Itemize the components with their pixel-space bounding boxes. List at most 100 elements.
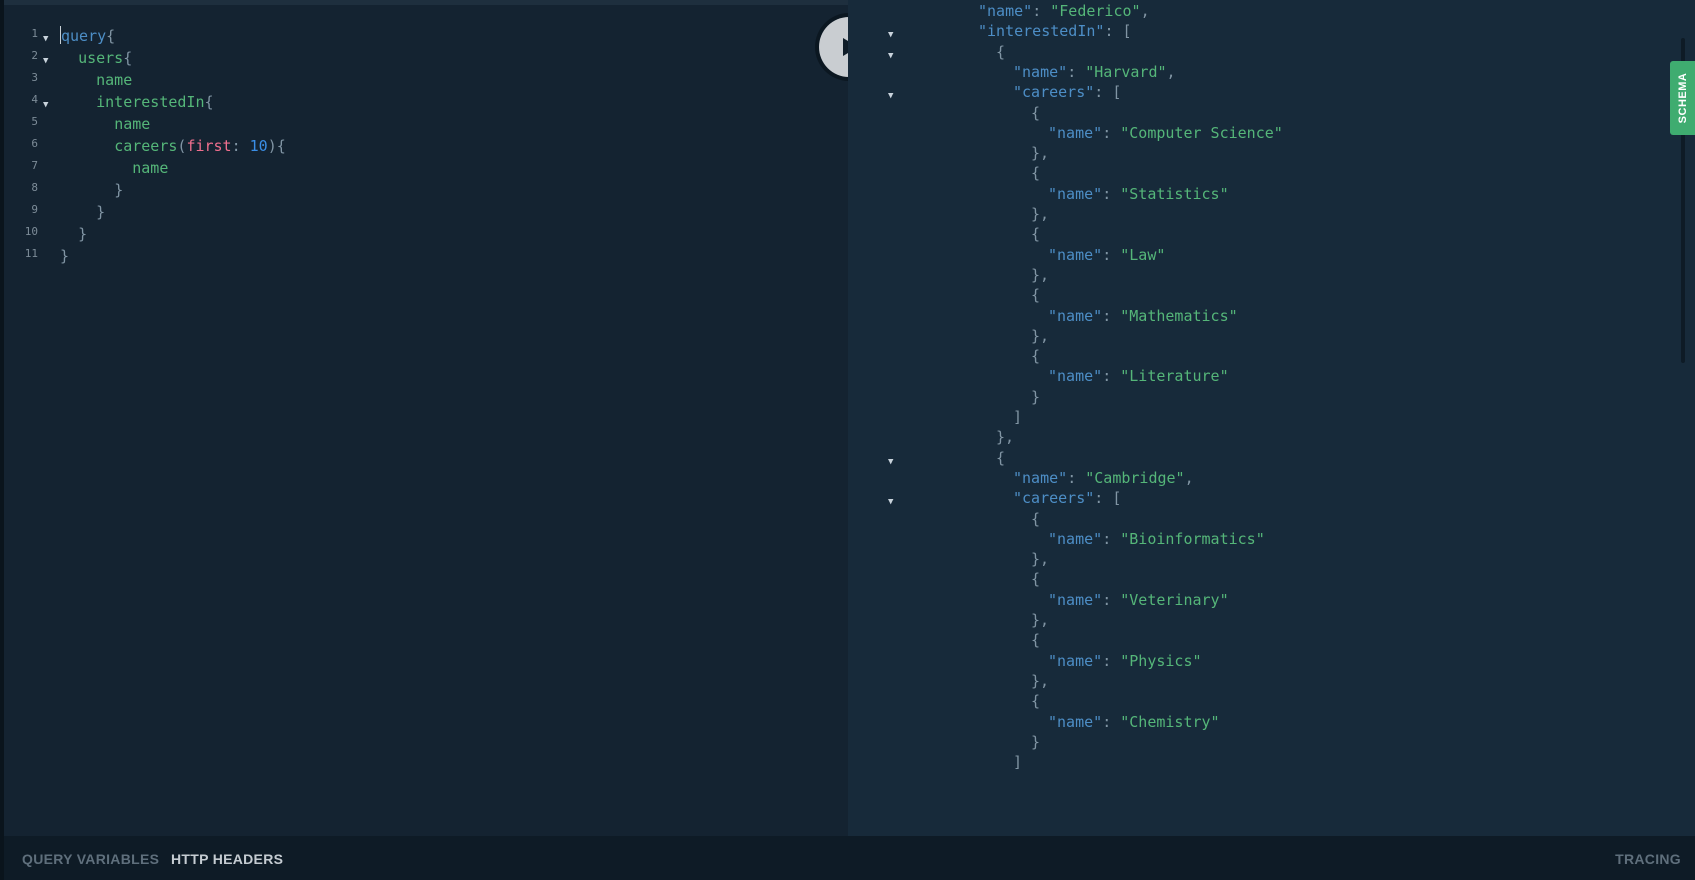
query-editor[interactable]: 1 ▼ query{2 ▼ users{3 name 4 ▼ interestedIn{5… — [4, 0, 848, 836]
json-token: }, — [1031, 327, 1050, 345]
json-token: { — [1031, 225, 1041, 243]
json-token: { — [1031, 347, 1041, 365]
code-line[interactable]: 9 } — [4, 201, 848, 223]
code-token: } — [60, 247, 70, 265]
code-line[interactable]: 8 } — [4, 179, 848, 201]
code-text: name — [60, 113, 150, 135]
json-token: : — [1102, 652, 1121, 670]
code-line[interactable]: 3 name — [4, 69, 848, 91]
json-token: : — [1102, 367, 1121, 385]
result-text: "name": "Cambridge", — [1013, 467, 1194, 489]
code-text: careers(first: 10){ — [60, 135, 286, 157]
json-token: "name" — [1048, 591, 1103, 609]
json-token: { — [1031, 570, 1041, 588]
result-text: }, — [1031, 142, 1049, 164]
json-token: : — [1102, 124, 1121, 142]
tracing-tab[interactable]: TRACING — [1615, 851, 1681, 867]
result-text: { — [1031, 690, 1040, 712]
json-token: { — [996, 43, 1006, 61]
json-token: "Federico" — [1050, 2, 1141, 20]
result-line: ▼ "careers": [ — [848, 81, 1668, 103]
result-line: ] — [848, 406, 1668, 428]
editor-top-border — [4, 0, 848, 5]
result-line: ▼{ — [848, 41, 1668, 63]
code-token: } — [114, 181, 124, 199]
result-line: "name": "Law" — [848, 244, 1668, 266]
json-token: }, — [1031, 672, 1050, 690]
result-text: "name": "Statistics" — [1048, 183, 1229, 205]
json-token: "Cambridge" — [1085, 469, 1185, 487]
code-text: } — [60, 179, 123, 201]
line-number: 11 — [24, 247, 38, 260]
result-line: }, — [848, 203, 1668, 225]
result-text: { — [1031, 102, 1040, 124]
json-token: "name" — [1048, 185, 1103, 203]
code-text: interestedIn{ — [60, 91, 213, 113]
result-text: "name": "Computer Science" — [1048, 122, 1283, 144]
code-token: careers — [114, 137, 178, 155]
code-line[interactable]: 5 name — [4, 113, 848, 135]
schema-tab[interactable]: SCHEMA — [1670, 61, 1695, 135]
result-line: ▼{ — [848, 447, 1668, 469]
code-line[interactable]: 11} — [4, 245, 848, 267]
json-token: "Statistics" — [1120, 185, 1229, 203]
query-variables-tab[interactable]: QUERY VARIABLES — [22, 851, 159, 867]
json-token: }, — [1031, 266, 1050, 284]
json-token: } — [1031, 733, 1041, 751]
result-text: { — [1031, 345, 1040, 367]
code-line[interactable]: 1 ▼ query{ — [4, 25, 848, 47]
json-token: } — [1031, 388, 1041, 406]
result-line: "name": "Chemistry" — [848, 711, 1668, 733]
code-line[interactable]: 6 careers(first: 10){ — [4, 135, 848, 157]
json-token: }, — [1031, 205, 1050, 223]
line-number: 7 — [31, 159, 38, 172]
line-number: 3 — [31, 71, 38, 84]
code-text: } — [60, 245, 69, 267]
json-token: "name" — [1048, 367, 1103, 385]
json-token: : — [1102, 246, 1121, 264]
result-text: "name": "Mathematics" — [1048, 305, 1238, 327]
code-token: name — [114, 115, 151, 133]
json-token: : — [1067, 469, 1086, 487]
result-text: ] — [1013, 751, 1022, 773]
result-text: "name": "Bioinformatics" — [1048, 528, 1265, 550]
result-text: "interestedIn": [ — [978, 20, 1132, 42]
code-line[interactable]: 10 } — [4, 223, 848, 245]
json-token: "name" — [1048, 652, 1103, 670]
json-token: "interestedIn" — [978, 22, 1105, 40]
code-token: : — [231, 137, 250, 155]
code-line[interactable]: 7 name — [4, 157, 848, 179]
result-line: { — [848, 284, 1668, 306]
result-line: { — [848, 568, 1668, 590]
json-token: : [ — [1094, 83, 1122, 101]
code-text: query{ — [60, 25, 115, 47]
result-text: { — [1031, 162, 1040, 184]
json-token: "name" — [1048, 713, 1103, 731]
code-line[interactable]: 2 ▼ users{ — [4, 47, 848, 69]
json-token: : — [1102, 185, 1121, 203]
json-token: "careers" — [1013, 489, 1095, 507]
result-line: }, — [848, 426, 1668, 448]
line-number: 1 — [31, 27, 38, 40]
json-token: { — [1031, 692, 1041, 710]
http-headers-tab[interactable]: HTTP HEADERS — [171, 851, 283, 867]
bottom-bar: QUERY VARIABLES HTTP HEADERS TRACING — [4, 836, 1695, 880]
code-token: name — [132, 159, 169, 177]
result-text: "name": "Physics" — [1048, 650, 1202, 672]
result-text: } — [1031, 386, 1040, 408]
result-line: "name": "Mathematics" — [848, 305, 1668, 327]
json-token: "Veterinary" — [1120, 591, 1229, 609]
result-line: "name": "Harvard", — [848, 61, 1668, 83]
result-viewer[interactable]: "name": "Federico", ▼ "interestedIn": [▼{"… — [848, 0, 1695, 836]
json-token: : — [1067, 63, 1086, 81]
result-text: { — [996, 41, 1005, 63]
code-line[interactable]: 4 ▼ interestedIn{ — [4, 91, 848, 113]
result-text: { — [1031, 629, 1040, 651]
json-token: "Harvard" — [1085, 63, 1167, 81]
json-token: "Physics" — [1120, 652, 1202, 670]
